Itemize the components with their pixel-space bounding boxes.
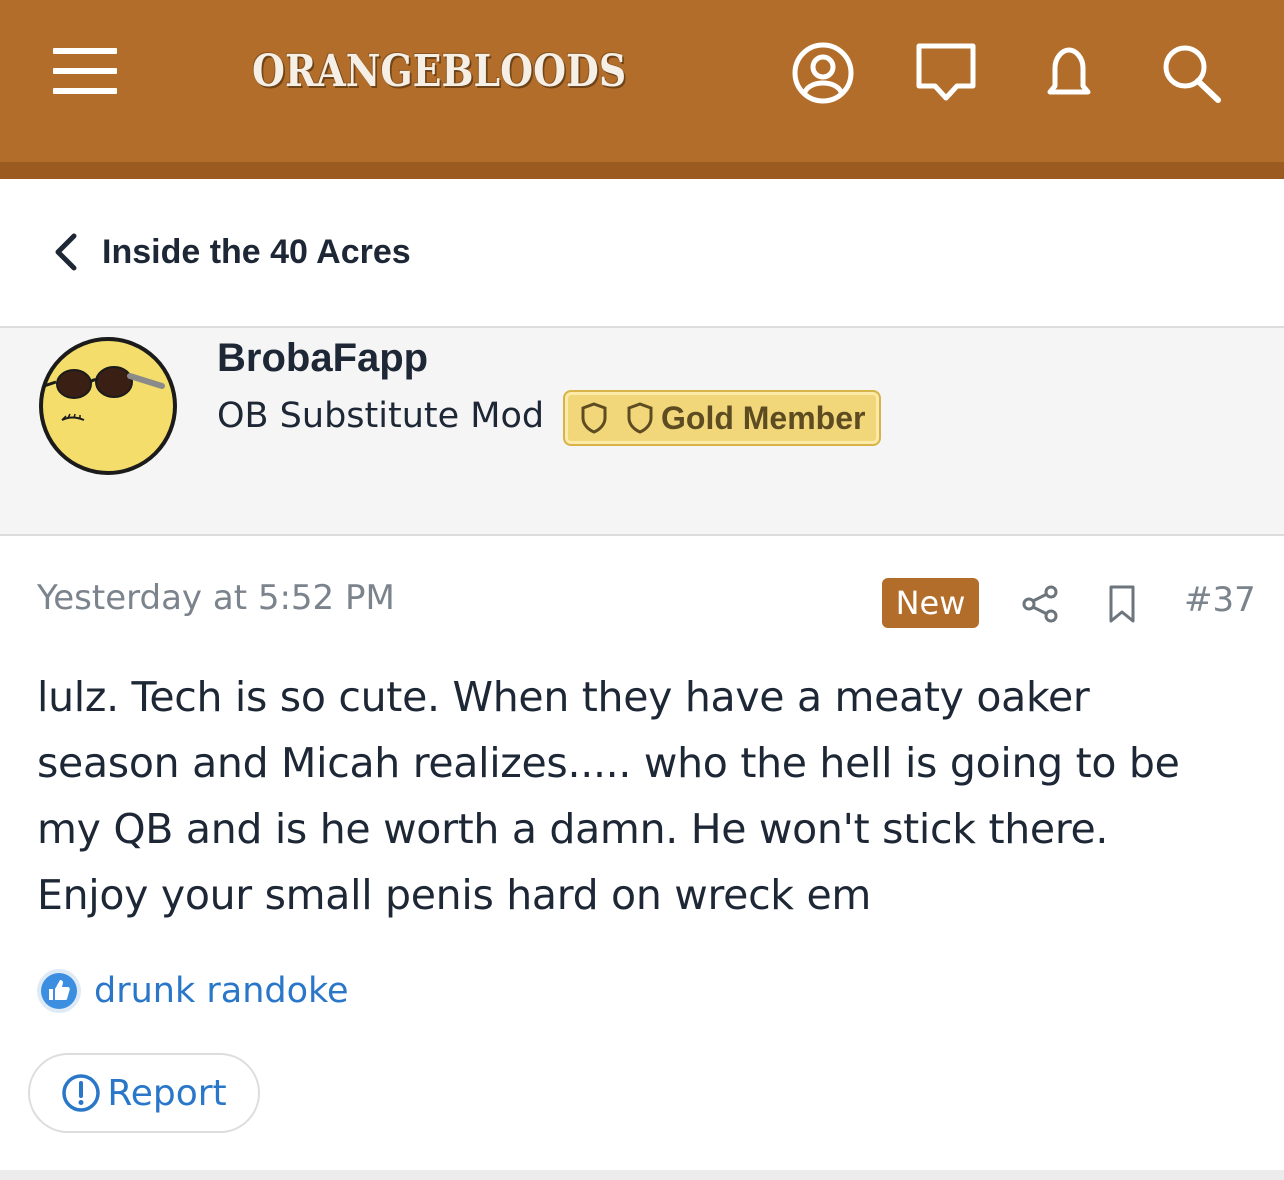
post-body-line: my QB and is he worth a damn. He won't s… [37,805,1109,853]
post-timestamp[interactable]: Yesterday at 5:52 PM [37,578,395,618]
post-body-line: lulz. Tech is so cute. When they have a … [37,673,1090,721]
breadcrumb-label[interactable]: Inside the 40 Acres [102,233,411,272]
report-label: Report [107,1072,227,1114]
reaction-bar[interactable]: drunk randoke [36,964,349,1018]
report-button[interactable]: Report [28,1053,260,1133]
chevron-left-icon[interactable] [50,232,82,272]
reaction-user-link[interactable]: drunk randoke [94,971,349,1011]
share-icon[interactable] [1020,584,1060,624]
post-number-link[interactable]: #37 [1184,580,1256,620]
messages-icon[interactable] [913,40,979,106]
menu-icon[interactable] [53,48,117,94]
account-icon[interactable] [790,40,856,106]
alerts-icon[interactable] [1036,40,1102,106]
post-author-header: BrobaFapp OB Substitute Mod Gold Member [0,326,1284,536]
badge-label: Gold Member [661,399,866,436]
new-badge: New [882,578,979,628]
site-logo[interactable]: ORANGEBLOODS [252,42,626,102]
divider [0,1170,1284,1180]
author-username[interactable]: BrobaFapp [217,336,428,381]
post-body-line: season and Micah realizes..... who the h… [37,739,1180,787]
post-body-line: Enjoy your small penis hard on wreck em [37,871,872,919]
avatar[interactable] [38,336,178,476]
like-icon[interactable] [36,968,82,1014]
post-body: lulz. Tech is so cute. When they have a … [37,664,1257,928]
top-navigation-bar: ORANGEBLOODS [0,0,1284,162]
shield-icon [625,401,655,435]
search-icon[interactable] [1158,40,1224,106]
bookmark-icon[interactable] [1106,584,1138,624]
author-title: OB Substitute Mod [217,396,545,436]
shield-icon [579,401,609,435]
breadcrumb[interactable]: Inside the 40 Acres [50,222,411,282]
gold-member-badge: Gold Member [563,390,881,446]
top-bar-shadow [0,162,1284,179]
alert-circle-icon [61,1073,101,1113]
